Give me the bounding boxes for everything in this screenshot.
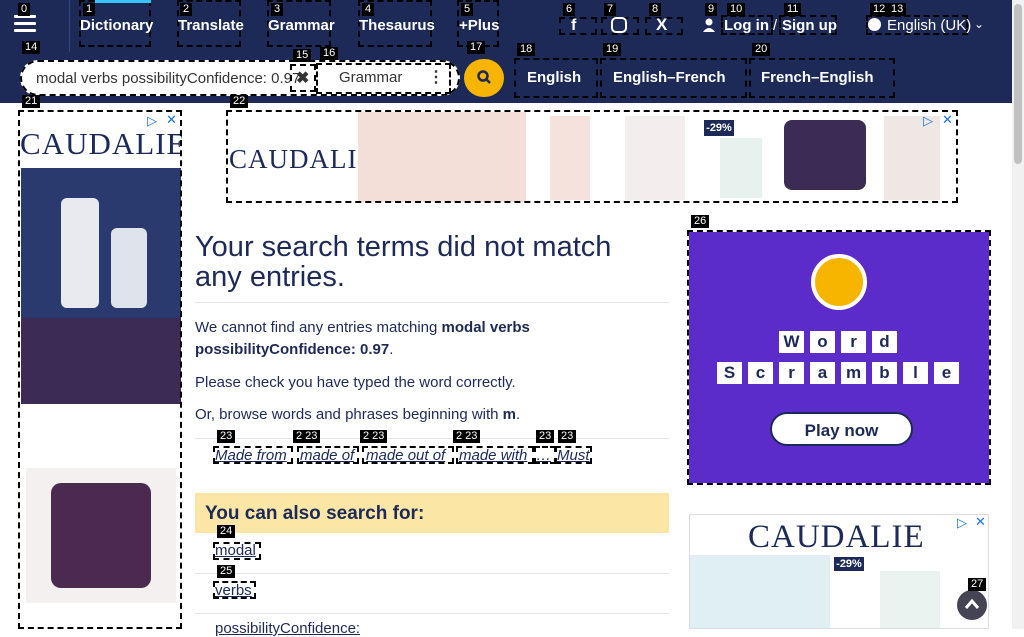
- overlay-label: 2 23: [293, 430, 321, 443]
- overlay-label: 2 23: [453, 430, 481, 443]
- nav-thesaurus[interactable]: Thesaurus: [359, 17, 435, 34]
- instagram-icon[interactable]: [611, 17, 627, 33]
- facebook-icon[interactable]: f: [571, 17, 576, 35]
- overlay-label: 2: [180, 3, 193, 16]
- word-link[interactable]: made out of: [366, 447, 445, 464]
- also-link[interactable]: verbs: [215, 582, 252, 599]
- overlay-label: 1: [83, 3, 96, 16]
- facebook-box[interactable]: [559, 17, 597, 35]
- overlay-label: 12: [870, 3, 889, 16]
- search-input[interactable]: [36, 67, 308, 89]
- overlay-label: 23: [536, 430, 555, 443]
- overlay-label: 15: [293, 49, 312, 62]
- check-spelling: Please check you have typed the word cor…: [195, 374, 516, 391]
- divider: [195, 573, 669, 574]
- arrow-up-icon[interactable]: [957, 590, 987, 620]
- browse-message: Or, browse words and phrases beginning w…: [195, 404, 520, 426]
- overlay-label: 11: [784, 3, 802, 16]
- overlay-label: 23: [558, 430, 577, 443]
- chevron-down-icon[interactable]: ⌄: [974, 17, 984, 31]
- page-title: Your search terms did not match any entr…: [195, 231, 612, 293]
- login-slash: /: [773, 17, 778, 34]
- right-ad-logo: CAUDALIE: [748, 519, 925, 555]
- divider: [195, 302, 669, 303]
- overlay-label: 26: [691, 215, 710, 228]
- overlay-label: 14: [22, 41, 41, 54]
- overlay-label: 10: [727, 3, 746, 16]
- left-ad-box[interactable]: [18, 110, 182, 629]
- overlay-label: 6: [563, 3, 576, 16]
- search-icon[interactable]: [477, 70, 491, 84]
- right-ad[interactable]: CAUDALIE -29%: [689, 514, 989, 629]
- word-link[interactable]: …: [536, 447, 551, 464]
- overlay-label: 17: [467, 41, 486, 54]
- menu-icon[interactable]: [14, 15, 36, 33]
- scrollbar[interactable]: [1012, 0, 1024, 629]
- active-tab-indicator: [95, 0, 151, 3]
- x-twitter-icon[interactable]: X: [656, 15, 667, 35]
- scroll-top-button[interactable]: [957, 590, 987, 620]
- divider: [195, 613, 669, 614]
- signup-link[interactable]: Sign up: [782, 17, 837, 34]
- overlay-label: 22: [230, 95, 249, 108]
- tab-english[interactable]: English: [527, 69, 582, 86]
- word-link[interactable]: made of: [300, 447, 354, 464]
- browse-letter: m: [502, 406, 517, 423]
- overlay-label: 25: [217, 565, 236, 578]
- browse-period: .: [516, 406, 521, 423]
- overlay-label: 19: [603, 43, 622, 56]
- nav-divider: [69, 0, 70, 52]
- also-search-title: You can also search for:: [205, 503, 425, 524]
- clear-icon[interactable]: ✖: [296, 68, 309, 88]
- also-link[interactable]: modal: [215, 542, 256, 559]
- overlay-label: 20: [752, 43, 771, 56]
- overlay-label: 7: [604, 3, 617, 16]
- word-link[interactable]: Must: [557, 447, 590, 464]
- overlay-label: 27: [968, 578, 987, 591]
- right-ad-product-2: [880, 571, 940, 628]
- overlay-label: 23: [217, 430, 236, 443]
- overlay-label: 24: [217, 525, 236, 538]
- overlay-label: 0: [18, 3, 31, 16]
- right-ad-choices-icon[interactable]: ▷: [957, 515, 967, 531]
- divider: [195, 438, 669, 439]
- not-found-prefix: We cannot find any entries matching: [195, 319, 442, 336]
- right-ad-discount-badge: -29%: [834, 557, 864, 571]
- word-scramble-ad-box[interactable]: [687, 230, 991, 485]
- right-ad-close-icon[interactable]: ✕: [975, 514, 986, 530]
- not-found-period: .: [389, 341, 394, 358]
- more-options-icon[interactable]: ⋮: [428, 67, 444, 87]
- right-ad-product-1: [690, 555, 830, 628]
- overlay-label: 21: [22, 95, 41, 108]
- nav-translate[interactable]: Translate: [178, 17, 244, 34]
- login-link[interactable]: Log in: [724, 17, 769, 34]
- word-link[interactable]: Made from: [215, 447, 287, 464]
- not-found-message: We cannot find any entries matching moda…: [195, 317, 669, 361]
- word-link[interactable]: made with: [459, 447, 527, 464]
- nav-dictionary[interactable]: Dictionary: [80, 17, 153, 34]
- language-selector[interactable]: English (UK): [887, 17, 971, 34]
- tab-english-french[interactable]: English–French: [613, 69, 726, 86]
- tab-french-english[interactable]: French–English: [761, 69, 874, 86]
- globe-icon: [868, 18, 881, 31]
- overlay-label: 5: [461, 3, 474, 16]
- overlay-label: 3: [271, 3, 284, 16]
- grammar-select-label[interactable]: Grammar: [339, 69, 402, 86]
- banner-ad-box[interactable]: [226, 110, 958, 203]
- overlay-label: 4: [362, 3, 375, 16]
- overlay-label: 18: [517, 43, 536, 56]
- also-search-header: You can also search for:: [195, 493, 669, 533]
- user-icon: [703, 18, 715, 32]
- overlay-label: 2 23: [360, 430, 388, 443]
- nav-grammar[interactable]: Grammar: [268, 17, 335, 34]
- overlay-label: 16: [320, 47, 339, 60]
- nav-plus[interactable]: +Plus: [459, 17, 499, 34]
- browse-prefix: Or, browse words and phrases beginning w…: [195, 406, 503, 423]
- overlay-label: 13: [888, 3, 907, 16]
- scrollbar-thumb[interactable]: [1014, 4, 1022, 164]
- overlay-label: 9: [705, 3, 718, 16]
- overlay-label: 8: [649, 3, 662, 16]
